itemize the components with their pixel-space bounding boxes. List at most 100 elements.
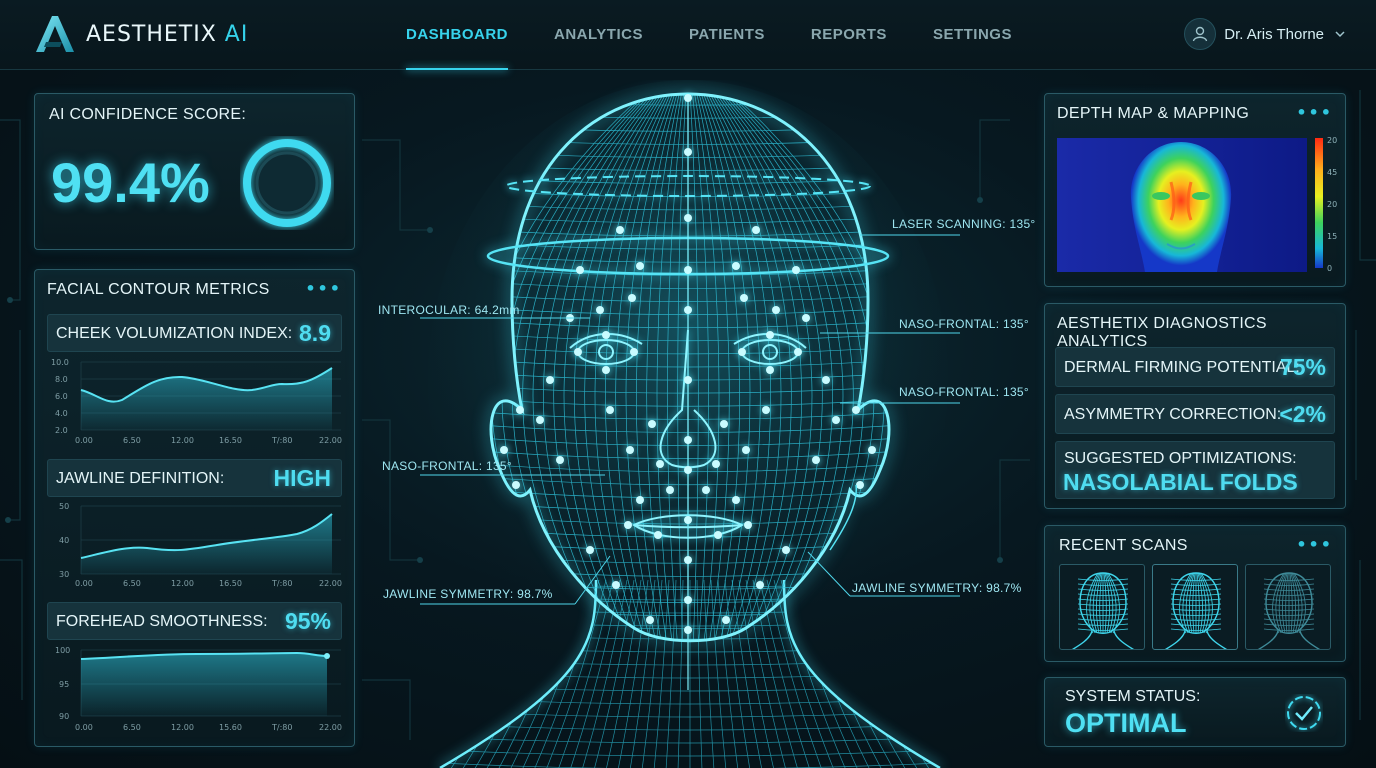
confidence-ring bbox=[243, 139, 331, 227]
chevron-down-icon bbox=[1335, 31, 1345, 38]
forehead-x-tick: 12.00 bbox=[171, 723, 194, 732]
avatar bbox=[1184, 18, 1217, 50]
forehead-x-tick: 15.60 bbox=[219, 723, 242, 732]
jawline-x-tick: 22.00 bbox=[319, 579, 342, 588]
user-menu[interactable]: Dr. Aris Thorne bbox=[1184, 18, 1346, 50]
recent-scan-thumb[interactable] bbox=[1059, 564, 1145, 650]
forehead-y-tick: 95 bbox=[59, 680, 69, 689]
dermal-firming-row: DERMAL FIRMING POTENTIAL: 75% bbox=[1055, 347, 1335, 387]
naso-frontal-label-right-1: NASO-FRONTAL: 135° bbox=[899, 317, 1030, 331]
jawline-y-tick: 40 bbox=[59, 536, 69, 545]
jawline-x-tick: T/:80 bbox=[271, 579, 292, 588]
forehead-label: FOREHEAD SMOOTHNESS: bbox=[56, 613, 268, 630]
face-scan-visualization bbox=[420, 80, 960, 768]
nav-patients[interactable]: PATIENTS bbox=[689, 0, 765, 70]
naso-frontal-label-right-2: NASO-FRONTAL: 135° bbox=[899, 385, 1030, 399]
naso-frontal-label-left: NASO-FRONTAL: 135° bbox=[382, 459, 513, 473]
forehead-y-tick: 90 bbox=[59, 712, 69, 721]
contour-menu-button[interactable]: ••• bbox=[305, 279, 342, 298]
nav-reports[interactable]: REPORTS bbox=[811, 0, 887, 70]
dermal-firming-label: DERMAL FIRMING POTENTIAL: bbox=[1064, 359, 1300, 376]
jawline-symmetry-label-right: JAWLINE SYMMETRY: 98.7% bbox=[852, 581, 1022, 595]
nav-settings[interactable]: SETTINGS bbox=[933, 0, 1012, 70]
nav-dashboard[interactable]: DASHBOARD bbox=[406, 0, 508, 70]
user-icon bbox=[1193, 26, 1208, 42]
forehead-x-tick: T/:80 bbox=[271, 723, 292, 732]
cheek-y-tick: 6.0 bbox=[55, 392, 68, 401]
suggested-label: SUGGESTED OPTIMIZATIONS: bbox=[1064, 450, 1297, 467]
depth-scale-tick: 45 bbox=[1327, 168, 1338, 177]
jawline-x-tick: 0.00 bbox=[75, 579, 93, 588]
jawline-x-tick: 6.50 bbox=[123, 579, 141, 588]
depth-title: DEPTH MAP & MAPPING bbox=[1057, 105, 1250, 122]
depth-menu-button[interactable]: ••• bbox=[1296, 103, 1333, 122]
jawline-x-tick: 16.50 bbox=[219, 579, 242, 588]
asymmetry-row: ASYMMETRY CORRECTION: <2% bbox=[1055, 394, 1335, 434]
forehead-metric-bar: FOREHEAD SMOOTHNESS: 95% bbox=[47, 602, 342, 640]
diagnostics-panel: AESTHETIX DIAGNOSTICS ANALYTICS DERMAL F… bbox=[1044, 303, 1346, 509]
suggested-value: NASOLABIAL FOLDS bbox=[1063, 469, 1298, 495]
depth-scale-tick: 20 bbox=[1327, 136, 1338, 145]
recent-scans-panel: RECENT SCANS ••• bbox=[1044, 525, 1346, 662]
forehead-x-tick: 22.00 bbox=[319, 723, 342, 732]
cheek-chart: 10.0 8.0 6.0 4.0 2.0 0.00 6.50 12.00 16.… bbox=[51, 358, 342, 445]
system-status-panel: SYSTEM STATUS: OPTIMAL bbox=[1044, 677, 1346, 747]
forehead-y-tick: 100 bbox=[55, 646, 70, 655]
jawline-chart: 50 40 30 0.00 6.50 12.00 16.50 T/:80 22.… bbox=[59, 502, 342, 588]
depth-scale-tick: 20 bbox=[1327, 200, 1338, 209]
diagnostics-title: AESTHETIX DIAGNOSTICS ANALYTICS bbox=[1057, 315, 1267, 350]
depth-map-panel: DEPTH MAP & MAPPING ••• 20 45 20 15 0 bbox=[1044, 93, 1346, 287]
check-circle-icon bbox=[1287, 696, 1321, 730]
suggested-optimizations-row: SUGGESTED OPTIMIZATIONS: NASOLABIAL FOLD… bbox=[1055, 441, 1335, 499]
cheek-x-tick: 22.00 bbox=[319, 436, 342, 445]
nav-analytics[interactable]: ANALYTICS bbox=[554, 0, 643, 70]
cheek-y-tick: 8.0 bbox=[55, 375, 68, 384]
brand-logo[interactable]: AESTHETIX AI bbox=[32, 14, 248, 54]
main-nav: DASHBOARD ANALYTICS PATIENTS REPORTS SET… bbox=[406, 0, 1058, 70]
scan-head-icon bbox=[1257, 572, 1321, 649]
brand-name: AESTHETIX bbox=[86, 21, 217, 47]
jawline-label: JAWLINE DEFINITION: bbox=[56, 470, 225, 487]
forehead-value: 95% bbox=[284, 608, 331, 634]
recent-scan-thumb[interactable] bbox=[1245, 564, 1331, 650]
jawline-symmetry-label-left: JAWLINE SYMMETRY: 98.7% bbox=[383, 587, 553, 601]
cheek-x-tick: 6.50 bbox=[123, 436, 141, 445]
confidence-title: AI CONFIDENCE SCORE: bbox=[49, 106, 247, 123]
recent-scan-thumb[interactable] bbox=[1152, 564, 1238, 650]
cheek-x-tick: 16.50 bbox=[219, 436, 242, 445]
status-label: SYSTEM STATUS: bbox=[1065, 688, 1201, 705]
contour-title: FACIAL CONTOUR METRICS bbox=[47, 281, 270, 298]
depth-scale-tick: 15 bbox=[1327, 232, 1338, 241]
cheek-value: 8.9 bbox=[299, 320, 331, 346]
recent-scans-title: RECENT SCANS bbox=[1059, 537, 1188, 554]
asymmetry-value: <2% bbox=[1279, 401, 1326, 427]
status-value: OPTIMAL bbox=[1065, 708, 1187, 738]
jawline-metric-bar: JAWLINE DEFINITION: HIGH bbox=[47, 459, 342, 497]
forehead-chart: 100 95 90 0.00 6.50 12.00 15.60 T/:80 22… bbox=[55, 646, 342, 732]
recent-menu-button[interactable]: ••• bbox=[1296, 535, 1333, 554]
depth-color-scale bbox=[1315, 138, 1323, 268]
jawline-x-tick: 12.00 bbox=[171, 579, 194, 588]
cheek-y-tick: 2.0 bbox=[55, 426, 68, 435]
asymmetry-label: ASYMMETRY CORRECTION: bbox=[1064, 406, 1282, 423]
cheek-y-tick: 10.0 bbox=[51, 358, 69, 367]
forehead-x-tick: 6.50 bbox=[123, 723, 141, 732]
scan-head-icon bbox=[1071, 572, 1135, 649]
logo-icon bbox=[36, 16, 74, 52]
cheek-x-tick: T/:80 bbox=[271, 436, 292, 445]
confidence-panel: AI CONFIDENCE SCORE: 99.4% bbox=[34, 93, 355, 250]
contour-panel: FACIAL CONTOUR METRICS ••• CHEEK VOLUMIZ… bbox=[34, 269, 355, 747]
brand-suffix: AI bbox=[224, 21, 249, 47]
confidence-value: 99.4% bbox=[51, 151, 210, 214]
cheek-y-tick: 4.0 bbox=[55, 409, 68, 418]
cheek-x-tick: 0.00 bbox=[75, 436, 93, 445]
laser-scanning-label: LASER SCANNING: 135° bbox=[892, 217, 1036, 231]
dermal-firming-value: 75% bbox=[1279, 354, 1326, 380]
cheek-label: CHEEK VOLUMIZATION INDEX: bbox=[56, 325, 293, 342]
depth-map-image bbox=[1057, 138, 1307, 272]
top-header: AESTHETIX AI DASHBOARD ANALYTICS PATIENT… bbox=[0, 0, 1376, 70]
cheek-x-tick: 12.00 bbox=[171, 436, 194, 445]
user-name: Dr. Aris Thorne bbox=[1224, 25, 1324, 43]
jawline-value: HIGH bbox=[273, 465, 332, 491]
forehead-x-tick: 0.00 bbox=[75, 723, 93, 732]
